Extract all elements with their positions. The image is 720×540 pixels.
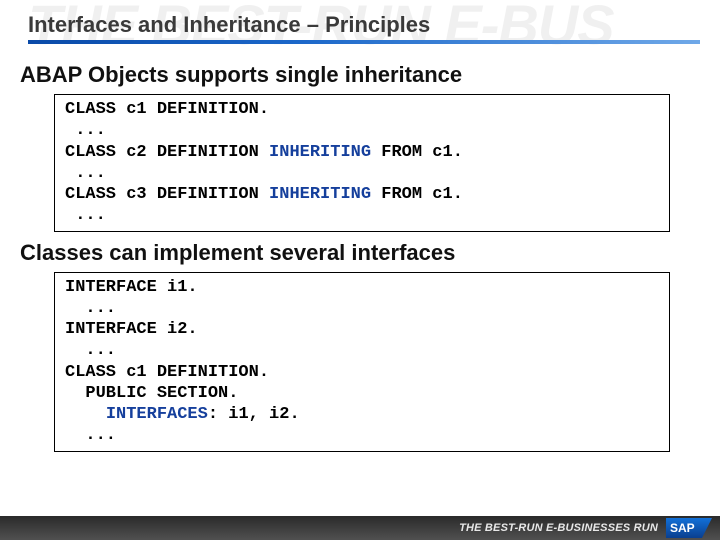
code-line: ... bbox=[65, 163, 659, 184]
sap-logo-text: SAP bbox=[670, 521, 695, 535]
code-line: CLASS c3 DEFINITION INHERITING FROM c1. bbox=[65, 184, 659, 205]
code-line: ... bbox=[65, 340, 659, 361]
section-heading-interfaces: Classes can implement several interfaces bbox=[20, 240, 700, 266]
footer-tagline: THE BEST-RUN E-BUSINESSES RUN bbox=[459, 522, 658, 534]
slide-title: Interfaces and Inheritance – Principles bbox=[28, 12, 720, 38]
section-heading-inheritance: ABAP Objects supports single inheritance bbox=[20, 62, 700, 88]
code-line: CLASS c1 DEFINITION. bbox=[65, 362, 659, 383]
code-line: ... bbox=[65, 120, 659, 141]
code-line: ... bbox=[65, 205, 659, 226]
code-line: INTERFACES: i1, i2. bbox=[65, 404, 659, 425]
code-line: ... bbox=[65, 425, 659, 446]
slide: THE BEST-RUN E-BUS Interfaces and Inheri… bbox=[0, 0, 720, 540]
code-line: INTERFACE i2. bbox=[65, 319, 659, 340]
code-line: CLASS c1 DEFINITION. bbox=[65, 99, 659, 120]
code-line: PUBLIC SECTION. bbox=[65, 383, 659, 404]
footer-bar: THE BEST-RUN E-BUSINESSES RUN SAP bbox=[0, 516, 720, 540]
code-line: ... bbox=[65, 298, 659, 319]
sap-logo-icon: SAP bbox=[666, 518, 712, 538]
title-bar: Interfaces and Inheritance – Principles bbox=[0, 0, 720, 44]
code-line: CLASS c2 DEFINITION INHERITING FROM c1. bbox=[65, 142, 659, 163]
code-box-interfaces: INTERFACE i1. ...INTERFACE i2. ...CLASS … bbox=[54, 272, 670, 452]
slide-body: ABAP Objects supports single inheritance… bbox=[0, 44, 720, 452]
code-box-inheritance: CLASS c1 DEFINITION. ...CLASS c2 DEFINIT… bbox=[54, 94, 670, 232]
code-line: INTERFACE i1. bbox=[65, 277, 659, 298]
